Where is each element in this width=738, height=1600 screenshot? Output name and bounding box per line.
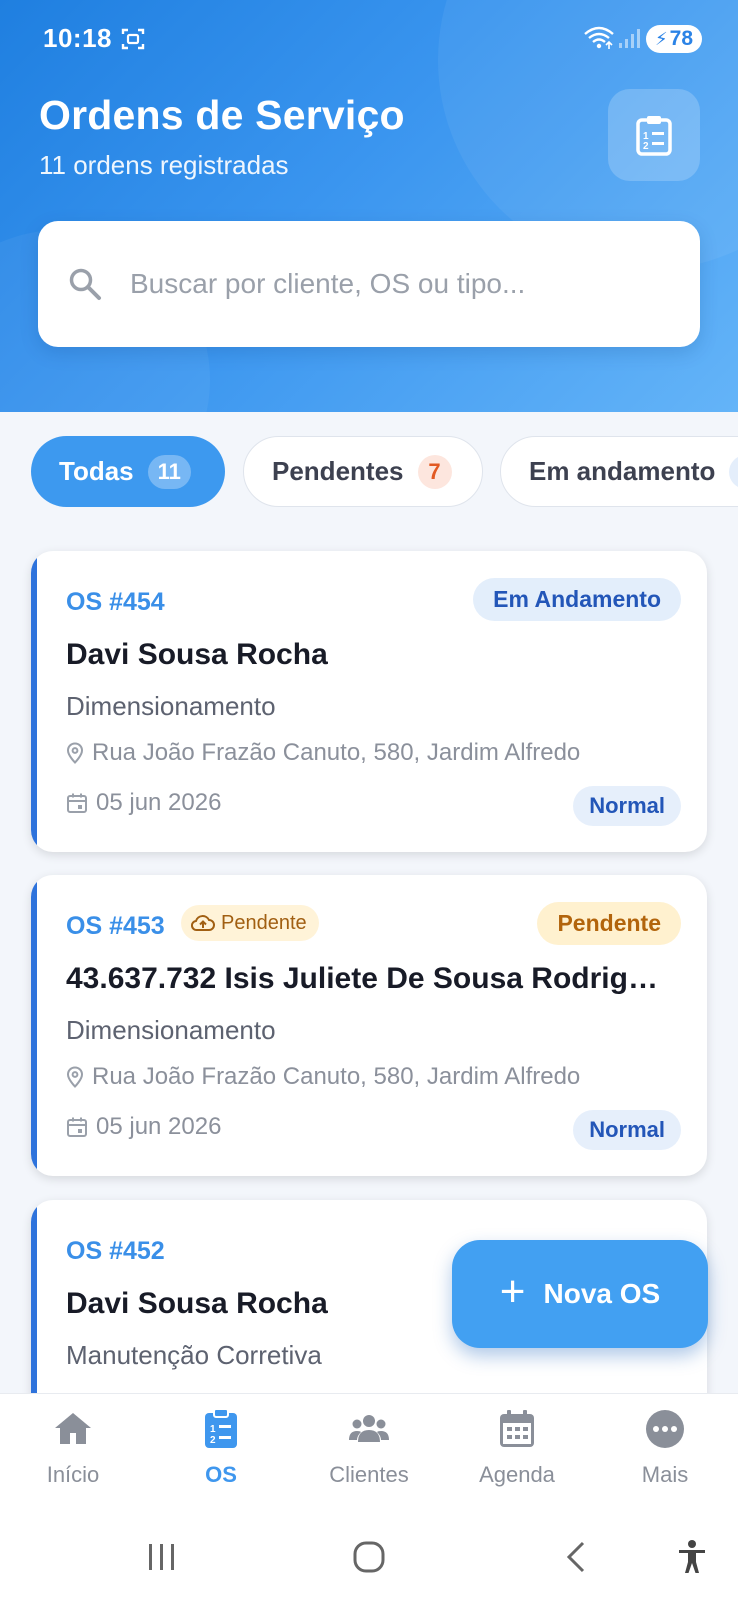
chip-count: 11 [147,454,191,489]
recent-apps-icon [149,1544,174,1570]
due-date: 05 jun 2026 [66,789,221,817]
people-icon [349,1415,389,1442]
sync-pending-badge: Pendente [181,905,319,941]
chip-label: Pendentes [272,456,404,486]
clipboard-list-icon: 1 2 [205,1408,237,1448]
recent-apps-button[interactable] [138,1535,186,1579]
chip-label: Todas [59,456,134,486]
back-icon [566,1541,585,1573]
nav-label: Início [46,1462,100,1487]
nav-label: Mais [641,1462,689,1487]
address-text: Rua João Frazão Canuto, 580, Jardim Alfr… [92,739,581,766]
status-badge: Em Andamento [473,578,681,621]
nav-item-agenda[interactable]: Agenda [457,1408,577,1508]
order-card[interactable]: OS #453 Pendente Pendente 43.637.732 Isi… [31,875,707,1176]
client-name: 43.637.732 Isis Juliete De Sousa Rodrigu… [66,962,676,995]
priority-badge: Normal [573,786,681,826]
svg-text:2: 2 [643,141,649,152]
client-name: Davi Sousa Rocha [66,638,328,671]
home-circle-icon [353,1541,385,1573]
signal-icon [619,29,640,48]
page-subtitle: 11 ordens registradas [39,150,289,180]
filter-chips: Todas 11 Pendentes 7 Em andamento [0,436,738,508]
new-order-button[interactable]: + Nova OS [452,1240,708,1348]
status-time: 10:18 [43,23,112,53]
accessibility-icon [679,1540,705,1573]
nav-label: OS [205,1462,237,1487]
wifi-icon [584,26,614,49]
svg-text:1: 1 [210,1424,216,1435]
accessibility-button[interactable] [668,1535,716,1579]
more-icon [646,1410,684,1448]
cloud-upload-icon [191,915,215,931]
address: Rua João Frazão Canuto, 580, Jardim Alfr… [66,1063,580,1091]
service-type: Dimensionamento [66,1015,276,1045]
battery-indicator: ⚡ 78 [646,25,702,53]
location-pin-icon [66,1066,84,1088]
filter-chip-em-andamento[interactable]: Em andamento [500,436,738,507]
service-type: Dimensionamento [66,691,276,721]
calendar-icon [500,1410,534,1447]
plus-icon: + [499,1267,526,1316]
search-icon [69,268,101,300]
calendar-icon [67,1117,87,1137]
address: Rua João Frazão Canuto, 580, Jardim Alfr… [66,739,580,767]
system-navigation-bar [0,1517,738,1600]
battery-level: 78 [669,27,693,50]
card-accent [31,875,37,1176]
new-order-label: Nova OS [543,1278,661,1309]
clipboard-list-icon: 1 2 [636,116,672,156]
priority-badge: Normal [573,1110,681,1150]
due-date: 05 jun 2026 [66,1113,221,1141]
calendar-icon [67,793,87,813]
os-number: OS #453 [66,912,165,940]
sync-label: Pendente [221,911,307,934]
search-bar[interactable] [38,221,700,347]
chip-label: Em andamento [529,456,716,486]
address-text: Rua João Frazão Canuto, 580, Jardim Alfr… [92,1063,581,1090]
svg-text:2: 2 [210,1435,216,1446]
card-accent [31,551,37,852]
nav-label: Agenda [479,1462,555,1487]
os-number: OS #452 [66,1237,165,1265]
nav-item-clientes[interactable]: Clientes [309,1408,429,1508]
service-type: Manutenção Corretiva [66,1340,322,1370]
page-title: Ordens de Serviço [39,92,405,138]
filter-chip-pendentes[interactable]: Pendentes 7 [243,436,483,507]
back-button[interactable] [552,1535,600,1579]
app-header: 10:18 ⚡ 78 Ordens de Serviço 11 ordens r… [0,0,738,412]
nav-item-inicio[interactable]: Início [13,1408,133,1508]
bottom-navigation: Início 1 2 OS Clientes Agenda Mais [0,1393,738,1517]
date-text: 05 jun 2026 [96,789,222,816]
chip-count: 7 [417,454,452,489]
os-number: OS #454 [66,588,165,616]
chip-count [729,454,738,489]
reports-button[interactable]: 1 2 [608,89,700,181]
home-icon [55,1413,91,1444]
search-input[interactable] [130,256,670,312]
order-card[interactable]: OS #454 Em Andamento Davi Sousa Rocha Di… [31,551,707,852]
location-pin-icon [66,742,84,764]
nav-item-os[interactable]: 1 2 OS [161,1408,281,1508]
date-text: 05 jun 2026 [96,1113,222,1140]
screenshot-icon [121,28,145,50]
status-bar: 10:18 ⚡ 78 [0,0,738,78]
status-badge: Pendente [537,902,681,945]
nav-item-mais[interactable]: Mais [605,1408,725,1508]
charging-icon: ⚡ [655,28,668,49]
filter-chip-todas[interactable]: Todas 11 [31,436,225,507]
home-button[interactable] [345,1535,393,1579]
nav-label: Clientes [329,1462,409,1487]
